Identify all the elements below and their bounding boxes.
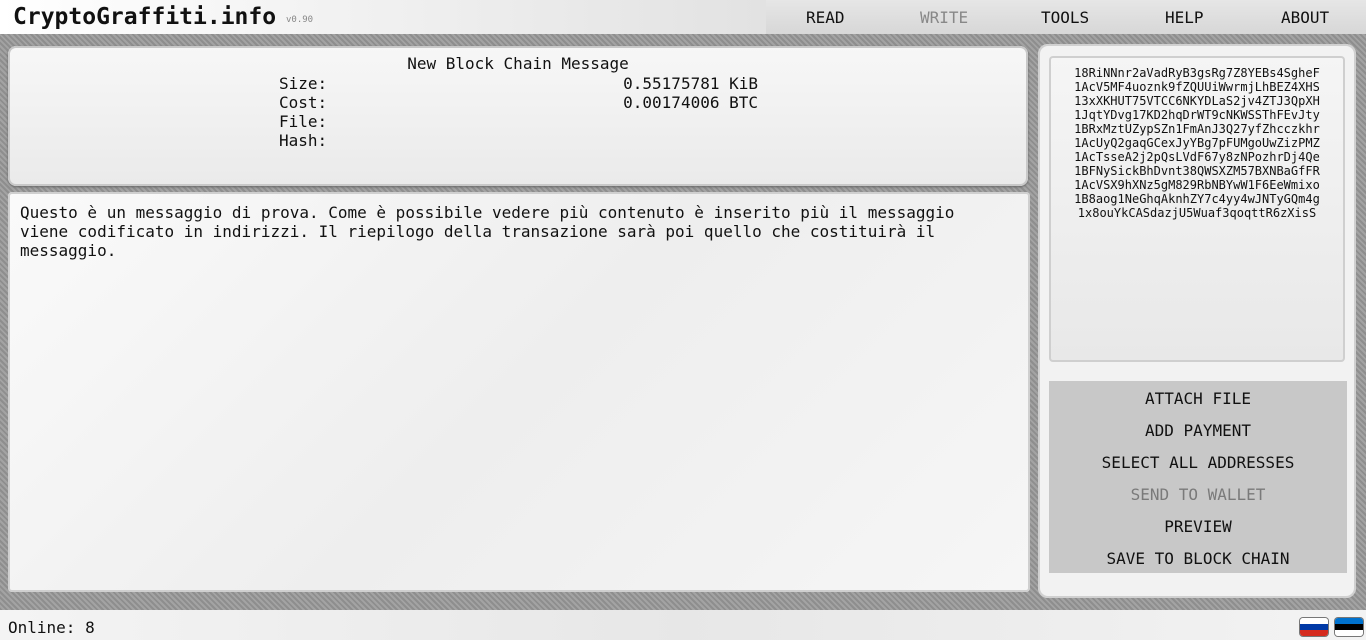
save-to-block-chain-button[interactable]: SAVE TO BLOCK CHAIN [1049, 549, 1347, 568]
top-bar: CryptoGraffiti.info v0.90 READ WRITE TOO… [0, 0, 1366, 34]
nav-about[interactable]: ABOUT [1281, 8, 1329, 27]
file-label: File: [279, 112, 328, 131]
address-item[interactable]: 1B8aog1NeGhqAknhZY7c4yy4wJNTyGQm4g [1049, 192, 1345, 206]
site-logo[interactable]: CryptoGraffiti.info [13, 4, 276, 30]
address-item[interactable]: 1BFNySickBhDvnt38QWSXZM57BXNBaGfFR [1049, 164, 1345, 178]
select-all-addresses-button[interactable]: SELECT ALL ADDRESSES [1049, 453, 1347, 472]
size-value: 0.55175781 KiB [623, 74, 758, 93]
address-item[interactable]: 1AcTsseA2j2pQsLVdF67y8zNPozhrDj4Qe [1049, 150, 1345, 164]
side-panel: 18RiNNnr2aVadRyB3gsRg7Z8YEBs4SgheF 1AcV5M… [1038, 44, 1356, 598]
nav-read[interactable]: READ [806, 8, 845, 27]
nav-write[interactable]: WRITE [920, 8, 968, 27]
preview-button[interactable]: PREVIEW [1049, 517, 1347, 536]
address-list: 18RiNNnr2aVadRyB3gsRg7Z8YEBs4SgheF 1AcV5M… [1049, 66, 1345, 220]
main-nav: READ WRITE TOOLS HELP ABOUT [766, 0, 1366, 34]
logo-area: CryptoGraffiti.info v0.90 [0, 0, 766, 34]
nav-tools[interactable]: TOOLS [1041, 8, 1089, 27]
add-payment-button[interactable]: ADD PAYMENT [1049, 421, 1347, 440]
hash-label: Hash: [279, 131, 328, 150]
workspace: New Block Chain Message Size: 0.55175781… [0, 34, 1366, 610]
attach-file-button[interactable]: ATTACH FILE [1049, 389, 1347, 408]
status-bar: Online: 8 [0, 610, 1366, 640]
send-to-wallet-button[interactable]: SEND TO WALLET [1049, 485, 1347, 504]
cost-value: 0.00174006 BTC [623, 93, 758, 112]
message-info-panel: New Block Chain Message Size: 0.55175781… [8, 46, 1028, 186]
info-title: New Block Chain Message [407, 54, 629, 73]
address-item[interactable]: 18RiNNnr2aVadRyB3gsRg7Z8YEBs4SgheF [1049, 66, 1345, 80]
size-label: Size: [279, 74, 328, 93]
address-item[interactable]: 1x8ouYkCASdazjU5Wuaf3qoqttR6zXisS [1049, 206, 1345, 220]
estonian-flag-icon[interactable] [1335, 618, 1363, 636]
nav-help[interactable]: HELP [1165, 8, 1204, 27]
address-item[interactable]: 1AcVSX9hXNz5gM829RbNBYwW1F6EeWmixo [1049, 178, 1345, 192]
address-item[interactable]: 13xXKHUT75VTCC6NKYDLaS2jv4ZTJ3QpXH [1049, 94, 1345, 108]
address-list-box[interactable]: 18RiNNnr2aVadRyB3gsRg7Z8YEBs4SgheF 1AcV5M… [1049, 56, 1345, 362]
action-menu: ATTACH FILE ADD PAYMENT SELECT ALL ADDRE… [1049, 381, 1347, 573]
address-item[interactable]: 1JqtYDvg17KD2hqDrWT9cNKWSSThFEvJty [1049, 108, 1345, 122]
address-item[interactable]: 1AcV5MF4uoznk9fZQUUiWwrmjLhBEZ4XHS [1049, 80, 1345, 94]
russian-flag-icon[interactable] [1300, 618, 1328, 636]
version-label: v0.90 [286, 15, 314, 25]
address-item[interactable]: 1AcUyQ2gaqGCexJyYBg7pFUMgoUwZizPMZ [1049, 136, 1345, 150]
message-textarea[interactable]: Questo è un messaggio di prova. Come è p… [8, 192, 1030, 592]
address-item[interactable]: 1BRxMztUZypSZn1FmAnJ3Q27yfZhcczkhr [1049, 122, 1345, 136]
online-count: Online: 8 [8, 618, 95, 637]
message-text[interactable]: Questo è un messaggio di prova. Come è p… [20, 203, 1016, 260]
cost-label: Cost: [279, 93, 328, 112]
